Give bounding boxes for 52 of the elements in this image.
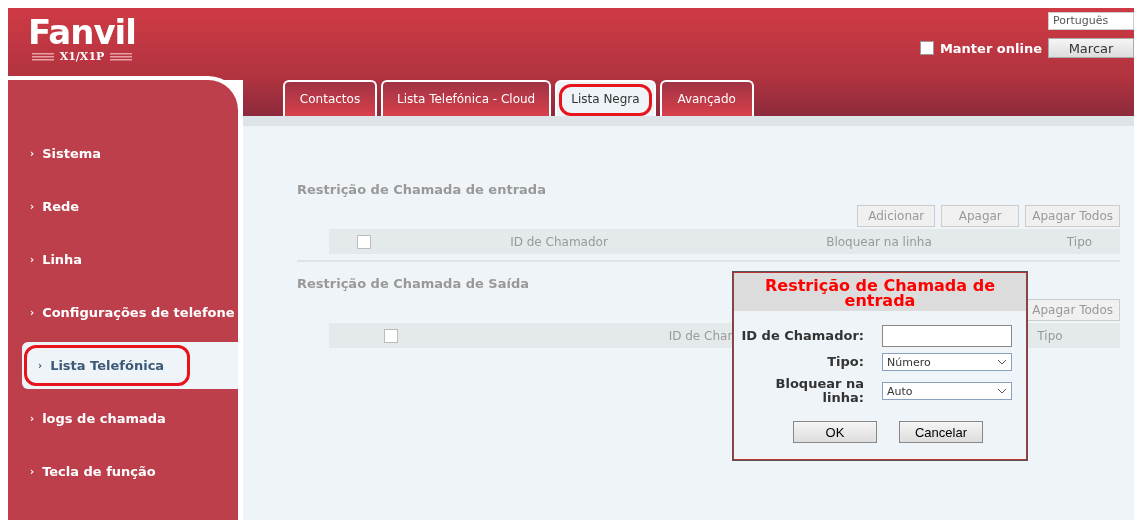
sidebar-item[interactable]: › logs de chamada [8, 395, 238, 442]
column-header: ID de Chamador [509, 234, 609, 249]
section-title: Restrição de Chamada de entrada [297, 182, 546, 197]
dropdown[interactable]: Número [882, 353, 1012, 371]
chevron-bullet: › [30, 307, 35, 318]
sidebar-label: logs de chamada [42, 411, 166, 426]
input-field[interactable] [882, 325, 1012, 347]
column-header: Tipo [1065, 234, 1094, 249]
field-label: ID de Chamador: [740, 329, 864, 343]
chevron-bullet: › [30, 201, 35, 212]
chevron-bullet: › [38, 360, 43, 371]
chevron-down-icon [997, 388, 1007, 394]
sidebar-item[interactable]: › Rede [8, 183, 238, 230]
sidebar-label: Tecla de função [42, 464, 156, 479]
chevron-bullet: › [30, 254, 35, 265]
field-label: Tipo: [826, 355, 864, 369]
chevron-down-icon [997, 359, 1007, 365]
login-button[interactable]: Marcar [1048, 38, 1134, 58]
tab[interactable]: Lista Negra [555, 80, 656, 116]
tab[interactable]: Lista Telefónica - Cloud [381, 80, 552, 116]
language-select[interactable]: Português [1048, 12, 1134, 30]
field-label: Bloquear na linha: [774, 377, 864, 405]
keep-online-label: Manter online [939, 40, 1042, 56]
sidebar-label: Lista Telefónica [50, 358, 165, 373]
model-name: X1/X1P [59, 50, 105, 63]
sidebar-label: Sistema [42, 146, 102, 161]
keep-online-checkbox[interactable] [919, 41, 934, 55]
tab[interactable]: Contactos [283, 80, 377, 116]
column-header: Tipo [1036, 328, 1064, 343]
tab[interactable]: Avançado [659, 80, 754, 116]
sidebar-item[interactable]: › Lista Telefónica [22, 342, 238, 389]
logo: Fanvil [28, 14, 136, 50]
dropdown[interactable]: Auto [882, 382, 1012, 400]
select-all-checkbox[interactable] [357, 234, 371, 249]
sidebar-label: Linha [42, 252, 83, 267]
select-all-checkbox[interactable] [384, 328, 398, 343]
stripes-icon [31, 52, 54, 61]
sidebar-label: Configurações de telefone [42, 305, 235, 320]
sidebar-label: Rede [42, 199, 80, 214]
stripes-icon [110, 52, 133, 61]
chevron-bullet: › [30, 148, 35, 159]
column-header: Bloquear na linha [825, 234, 933, 249]
dialog-button[interactable]: Cancelar [899, 421, 983, 443]
sidebar-item[interactable]: › Configurações de telefone [8, 289, 238, 336]
dialog-button[interactable]: OK [793, 421, 877, 443]
chevron-bullet: › [30, 466, 35, 477]
chevron-bullet: › [30, 413, 35, 424]
sidebar-item[interactable]: › Sistema [8, 130, 238, 177]
section-title: Restrição de Chamada de Saída [297, 276, 530, 291]
dialog-title: Restrição de Chamada de entrada [734, 273, 1026, 311]
sidebar-item[interactable]: › Linha [8, 236, 238, 283]
sidebar-item[interactable]: › Tecla de função [8, 448, 238, 495]
